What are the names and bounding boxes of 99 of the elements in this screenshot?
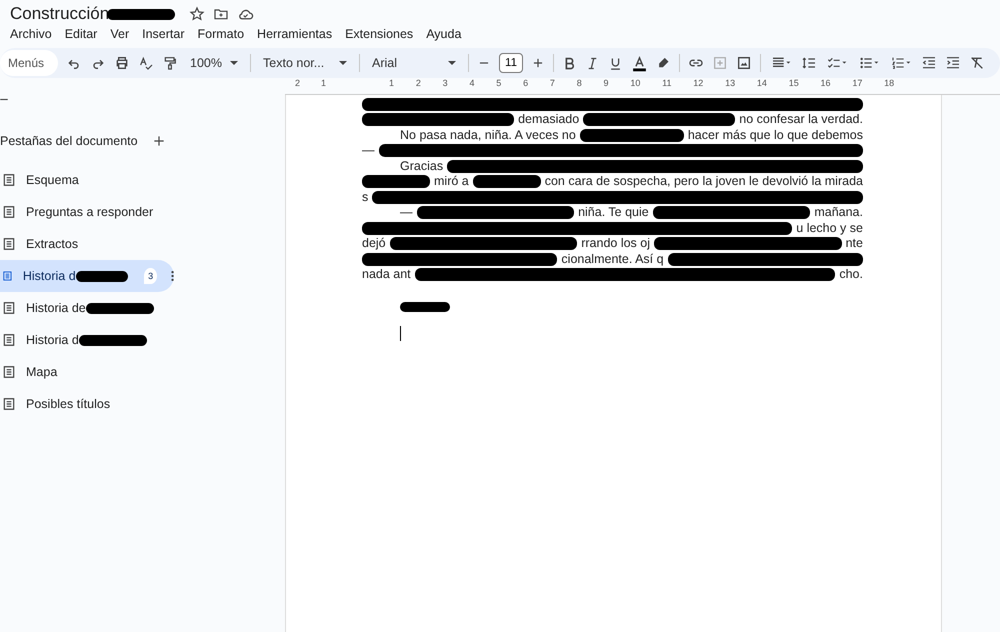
menu-item[interactable]: Ayuda [426,27,462,41]
document-tab[interactable]: Mapa [0,356,174,388]
add-tab-icon[interactable] [152,134,166,148]
ruler-number: 2 [295,78,300,90]
text-fragment: No pasa nada, niña. A veces no [400,128,576,142]
text-fragment: demasiado [518,112,580,126]
document-icon [2,237,16,251]
style-dropdown[interactable]: Texto nor... [259,56,352,70]
redaction-mark [362,175,430,188]
document-icon [2,365,16,379]
more-icon[interactable] [170,270,174,282]
tab-label: Posibles títulos [26,397,110,411]
redaction-mark [472,175,541,188]
font-size-field[interactable]: 11 [499,53,524,73]
text-fragment: niña. Te quie [578,205,649,219]
ruler-number: 4 [469,78,474,90]
ruler-number: 9 [604,78,609,90]
text-cursor [400,326,401,341]
ruler-number: 8 [576,78,582,90]
menu-item[interactable]: Editar [64,27,98,41]
clear-formatting-icon[interactable] [969,55,986,71]
ruler-number: 10 [630,78,640,90]
ruler-number: 7 [550,78,555,90]
text-fragment: nte [846,236,863,250]
ruler-number: 1 [321,78,326,90]
document-icon [2,269,13,283]
menu-item[interactable]: Formato [198,27,244,41]
ruler-number: 13 [725,78,736,90]
text-fragment: miró a [434,174,469,188]
document-tab[interactable]: Posibles títulos [0,388,174,420]
ruler-number: 18 [884,78,894,90]
menu-item[interactable]: Herramientas [257,27,332,41]
ruler-number: 1 [389,78,394,90]
menu-item[interactable]: Archivo [10,27,52,41]
document-tab[interactable]: Esquema [0,164,174,196]
spellcheck-icon[interactable] [138,55,154,71]
text-fragment: u lecho y se [796,220,863,234]
text-fragment: cho. [839,267,863,281]
star-icon[interactable] [189,6,206,22]
caret-icon [448,61,456,65]
text-fragment: dejó [362,236,386,250]
menus-button[interactable]: Menús [0,50,58,76]
ruler-number: 14 [756,78,767,90]
document-tab[interactable]: Historia d 3 [0,260,174,292]
text-fragment: — [362,143,374,157]
text-fragment: nada ant [362,267,411,281]
text-fragment: Gracias [400,158,444,172]
document-icon [2,333,16,347]
comment-count: 3 [144,268,157,284]
ruler-number: 6 [523,78,528,90]
tab-label: Historia d [22,269,76,283]
sidebar-heading: Pestañas del documento [0,134,138,148]
document-icon [2,301,16,315]
document-tab[interactable]: Preguntas a responder [0,196,174,228]
document-tab[interactable]: Historia de [0,292,174,324]
document-tab[interactable]: Historia d [0,324,174,356]
ruler-number: 11 [662,78,672,90]
document-icon [2,173,16,187]
menu-item[interactable]: Insertar [142,27,184,41]
document-icon [2,205,16,219]
tab-label: Esquema [26,173,79,187]
ruler-number: 15 [788,78,799,90]
ruler-number: 2 [416,78,421,90]
image-icon[interactable] [736,55,752,71]
tab-label: Mapa [26,365,58,379]
text-fragment: — [400,205,412,219]
tab-label: Preguntas a responder [26,205,154,219]
decrease-indent-icon[interactable] [921,55,938,71]
increase-indent-icon[interactable] [945,55,962,71]
text-fragment: con cara de sospecha, pero la joven le devolvió la mirada [544,174,863,188]
ruler-number: 16 [820,78,831,90]
tab-label: Extractos [26,237,78,251]
document-title[interactable]: Construcción [10,4,110,24]
text-fragment: no confesar la verdad. [739,112,863,126]
highlighter-icon[interactable] [656,56,672,70]
menu-item[interactable]: Extensiones [345,27,414,41]
ruler-number: 3 [442,78,448,90]
menu-item[interactable]: Ver [110,27,130,41]
document-tab[interactable]: Extractos [0,228,174,260]
print-icon[interactable] [114,55,130,71]
tab-label: Historia de [26,301,86,315]
text-color-icon[interactable] [631,54,648,72]
document-icon [2,397,16,411]
caret-icon [339,61,348,65]
text-fragment: cionalmente. Así q [561,252,664,266]
ruler-number: 5 [496,78,502,90]
zoom-dropdown[interactable]: 100% [186,56,242,70]
text-fragment: hacer más que lo que debemos [688,128,863,142]
text-fragment: mañana. [814,205,863,219]
text-fragment: rrando los oj [581,236,650,250]
font-dropdown[interactable]: Arial [368,56,460,70]
ruler-number: 17 [852,78,862,90]
text-fragment: s [362,190,368,204]
paint-format-icon[interactable] [162,55,178,71]
caret-icon [230,61,238,65]
tab-label: Historia d [26,333,79,347]
line-spacing-icon[interactable] [801,55,818,71]
ruler-number: 12 [693,78,704,90]
redaction-mark [400,302,450,312]
